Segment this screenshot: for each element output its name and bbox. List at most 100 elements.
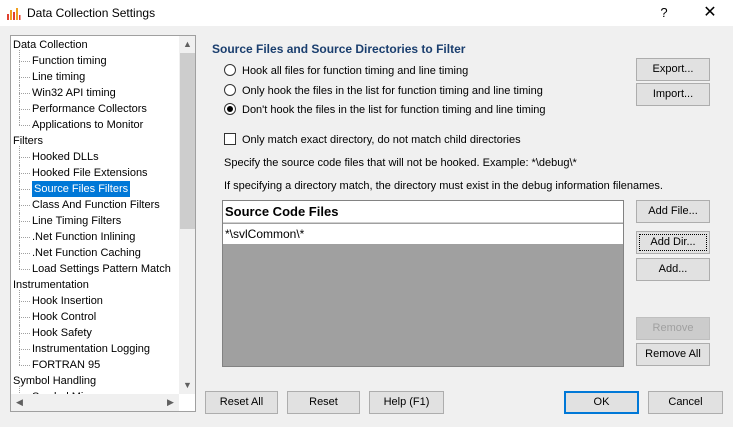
app-icon (7, 8, 21, 20)
help-icon[interactable]: ? (649, 2, 679, 24)
exact-directory-checkbox[interactable]: Only match exact directory, do not match… (224, 132, 521, 148)
scroll-down-icon[interactable]: ▼ (179, 377, 195, 394)
tree-connector (19, 269, 30, 270)
radio-label: Only hook the files in the list for func… (242, 85, 543, 97)
tree-group[interactable]: Instrumentation (13, 277, 89, 293)
tree-connector (19, 109, 30, 110)
tree-connector (19, 117, 20, 125)
tree-group[interactable]: Symbol Handling (13, 373, 96, 389)
tree-item[interactable]: Instrumentation Logging (32, 341, 150, 357)
add-dir-button[interactable]: Add Dir... (636, 231, 710, 254)
export-button[interactable]: Export... (636, 58, 710, 81)
tree-item[interactable]: Hook Control (32, 309, 96, 325)
radio-button[interactable] (224, 84, 236, 97)
tree-connector (19, 213, 20, 229)
list-header: Source Code Files (223, 201, 623, 223)
tree-horizontal-scrollbar[interactable]: ◀ ▶ (11, 394, 179, 411)
tree-connector (19, 309, 20, 325)
tree-item[interactable]: Hooked DLLs (32, 149, 99, 165)
tree-connector (19, 125, 30, 126)
tree-group[interactable]: Data Collection (13, 37, 88, 53)
scroll-right-icon[interactable]: ▶ (162, 394, 179, 411)
radio-label: Hook all files for function timing and l… (242, 65, 469, 77)
radio-only-hook-list[interactable]: Only hook the files in the list for func… (224, 83, 543, 99)
tree-item[interactable]: Hook Safety (32, 325, 92, 341)
radio-hook-all[interactable]: Hook all files for function timing and l… (224, 63, 468, 79)
source-files-list[interactable]: Source Code Files *\svlCommon\* (222, 200, 624, 367)
window-title: Data Collection Settings (27, 6, 156, 20)
reset-all-button[interactable]: Reset All (205, 391, 278, 414)
tree-items: Data Collection Function timing Line timin… (11, 36, 179, 394)
tree-connector (19, 221, 30, 222)
checkbox[interactable] (224, 133, 236, 146)
tree-connector (19, 189, 30, 190)
close-icon[interactable]: ✕ (692, 2, 728, 24)
tree-connector (19, 93, 30, 94)
title-bar: Data Collection Settings ? ✕ (0, 0, 733, 27)
tree-connector (19, 173, 30, 174)
scroll-thumb[interactable] (180, 53, 195, 229)
remove-button[interactable]: Remove (636, 317, 710, 340)
tree-connector (19, 325, 20, 341)
tree-item[interactable]: Function timing (32, 53, 107, 69)
radio-button[interactable] (224, 64, 236, 77)
add-button[interactable]: Add... (636, 258, 710, 281)
tree-item[interactable]: FORTRAN 95 (32, 357, 100, 373)
tree-connector (19, 229, 20, 245)
tree-connector (19, 253, 30, 254)
ok-button[interactable]: OK (564, 391, 639, 414)
radio-button[interactable] (224, 103, 236, 116)
tree-connector (19, 341, 20, 357)
tree-item[interactable]: .Net Function Inlining (32, 229, 135, 245)
tree-connector (19, 237, 30, 238)
scroll-up-icon[interactable]: ▲ (179, 36, 195, 53)
tree-connector (19, 181, 20, 197)
tree-connector (19, 50, 20, 69)
tree-item[interactable]: Line timing (32, 69, 85, 85)
radio-label: Don't hook the files in the list for fun… (242, 104, 546, 116)
reset-button[interactable]: Reset (287, 391, 360, 414)
cancel-button[interactable]: Cancel (648, 391, 723, 414)
section-title: Source Files and Source Directories to F… (212, 42, 466, 56)
tree-item[interactable]: Load Settings Pattern Match (32, 261, 171, 277)
help-button[interactable]: Help (F1) (369, 391, 444, 414)
tree-connector (19, 101, 20, 117)
checkbox-label: Only match exact directory, do not match… (242, 134, 521, 146)
tree-connector (19, 349, 30, 350)
tree-connector (19, 290, 20, 309)
tree-connector (19, 61, 30, 62)
tree-connector (19, 165, 20, 181)
tree-connector (19, 146, 20, 165)
tree-connector (19, 357, 20, 365)
settings-tree[interactable]: Data Collection Function timing Line timin… (10, 35, 196, 412)
tree-connector (19, 85, 20, 101)
tree-item[interactable]: Hooked File Extensions (32, 165, 148, 181)
tree-group[interactable]: Filters (13, 133, 43, 149)
info-text-example: Specify the source code files that will … (224, 157, 577, 169)
scroll-left-icon[interactable]: ◀ (11, 394, 28, 411)
tree-vertical-scrollbar[interactable]: ▲ ▼ (179, 36, 195, 394)
list-item[interactable]: *\svlCommon\* (223, 224, 623, 244)
tree-connector (19, 261, 20, 269)
tree-connector (19, 245, 20, 261)
add-file-button[interactable]: Add File... (636, 200, 710, 223)
tree-connector (19, 157, 30, 158)
tree-connector (19, 386, 20, 394)
remove-all-button[interactable]: Remove All (636, 343, 710, 366)
radio-dont-hook-list[interactable]: Don't hook the files in the list for fun… (224, 102, 546, 118)
tree-item[interactable]: Class And Function Filters (32, 197, 160, 213)
tree-item[interactable]: Win32 API timing (32, 85, 116, 101)
tree-connector (19, 205, 30, 206)
tree-item[interactable]: Hook Insertion (32, 293, 103, 309)
tree-item[interactable]: .Net Function Caching (32, 245, 141, 261)
tree-item[interactable]: Source Files Filters (32, 181, 131, 197)
tree-connector (19, 365, 30, 366)
tree-connector (19, 77, 30, 78)
import-button[interactable]: Import... (636, 83, 710, 106)
tree-item[interactable]: Performance Collectors (32, 101, 147, 117)
tree-item[interactable]: Applications to Monitor (32, 117, 143, 133)
tree-connector (19, 197, 20, 213)
tree-item[interactable]: Line Timing Filters (32, 213, 121, 229)
tree-connector (19, 333, 30, 334)
tree-connector (19, 301, 30, 302)
